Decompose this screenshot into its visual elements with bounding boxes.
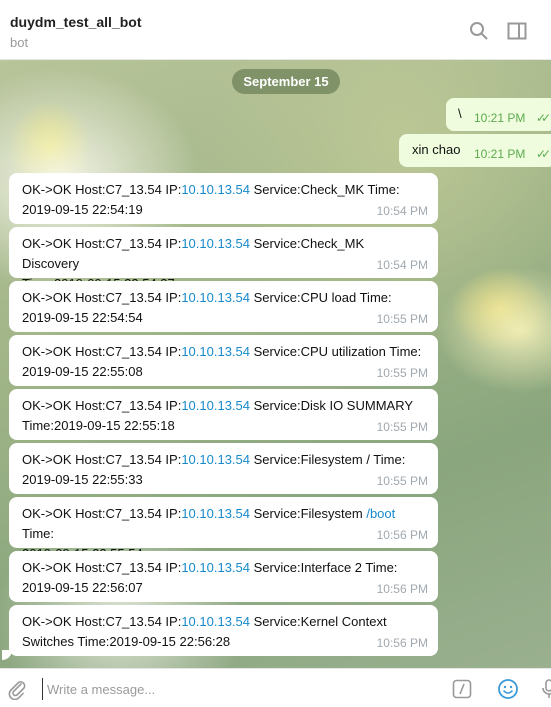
incoming-message[interactable]: OK->OK Host:C7_13.54 IP:10.10.13.54 Serv… bbox=[9, 497, 438, 561]
message-time: 10:55 PM bbox=[376, 420, 428, 434]
paperclip-icon[interactable] bbox=[6, 678, 28, 701]
chat-subtitle: bot bbox=[10, 35, 29, 50]
slash-commands-icon[interactable] bbox=[451, 678, 473, 700]
message-time: 10:54 PM bbox=[376, 204, 428, 218]
incoming-message[interactable]: OK->OK Host:C7_13.54 IP:10.10.13.54 Serv… bbox=[9, 173, 438, 224]
message-input[interactable] bbox=[42, 678, 422, 700]
ip-link[interactable]: 10.10.13.54 bbox=[181, 290, 250, 305]
message-text: OK->OK Host:C7_13.54 IP:10.10.13.54 Serv… bbox=[22, 398, 414, 433]
ip-link[interactable]: 10.10.13.54 bbox=[181, 344, 250, 359]
chat-title[interactable]: duydm_test_all_bot bbox=[10, 14, 141, 30]
message-list[interactable]: September 15 \ 10:21 PM ✓✓ xin chao 10:2… bbox=[0, 60, 551, 668]
ip-link[interactable]: 10.10.13.54 bbox=[181, 452, 250, 467]
bubble-tail bbox=[2, 650, 12, 660]
message-text: OK->OK Host:C7_13.54 IP:10.10.13.54 Serv… bbox=[22, 344, 422, 379]
sidebar-toggle-icon[interactable] bbox=[506, 20, 528, 42]
message-text: OK->OK Host:C7_13.54 IP:10.10.13.54 Serv… bbox=[22, 452, 406, 487]
ip-link[interactable]: 10.10.13.54 bbox=[181, 182, 250, 197]
search-icon[interactable] bbox=[468, 20, 490, 42]
message-time: 10:21 PM bbox=[474, 147, 526, 161]
date-separator: September 15 bbox=[232, 69, 340, 94]
outgoing-message[interactable]: \ 10:21 PM ✓✓ bbox=[446, 98, 551, 131]
message-composer bbox=[0, 668, 551, 707]
message-time: 10:55 PM bbox=[376, 366, 428, 380]
double-check-icon: ✓✓ bbox=[536, 111, 551, 125]
message-text: OK->OK Host:C7_13.54 IP:10.10.13.54 Serv… bbox=[22, 614, 387, 649]
incoming-message[interactable]: OK->OK Host:C7_13.54 IP:10.10.13.54 Serv… bbox=[9, 281, 438, 332]
ip-link[interactable]: 10.10.13.54 bbox=[181, 236, 250, 251]
message-time: 10:55 PM bbox=[376, 474, 428, 488]
message-text: OK->OK Host:C7_13.54 IP:10.10.13.54 Serv… bbox=[22, 290, 392, 325]
incoming-message[interactable]: OK->OK Host:C7_13.54 IP:10.10.13.54 Serv… bbox=[9, 551, 438, 602]
message-text: \ bbox=[458, 106, 462, 121]
ip-link[interactable]: 10.10.13.54 bbox=[181, 560, 250, 575]
incoming-message[interactable]: OK->OK Host:C7_13.54 IP:10.10.13.54 Serv… bbox=[9, 335, 438, 386]
incoming-message[interactable]: OK->OK Host:C7_13.54 IP:10.10.13.54 Serv… bbox=[9, 227, 438, 291]
double-check-icon: ✓✓ bbox=[536, 147, 551, 161]
message-time: 10:55 PM bbox=[376, 312, 428, 326]
ip-link[interactable]: 10.10.13.54 bbox=[181, 398, 250, 413]
emoji-icon[interactable] bbox=[497, 678, 519, 700]
boot-link[interactable]: /boot bbox=[366, 506, 395, 521]
message-text: OK->OK Host:C7_13.54 IP:10.10.13.54 Serv… bbox=[22, 560, 398, 595]
message-time: 10:56 PM bbox=[376, 528, 428, 542]
message-text: OK->OK Host:C7_13.54 IP:10.10.13.54 Serv… bbox=[22, 182, 400, 217]
incoming-message[interactable]: OK->OK Host:C7_13.54 IP:10.10.13.54 Serv… bbox=[9, 605, 438, 656]
incoming-message[interactable]: OK->OK Host:C7_13.54 IP:10.10.13.54 Serv… bbox=[9, 443, 438, 494]
message-time: 10:21 PM bbox=[474, 111, 526, 125]
outgoing-message[interactable]: xin chao 10:21 PM ✓✓ bbox=[399, 134, 551, 167]
ip-link[interactable]: 10.10.13.54 bbox=[181, 506, 250, 521]
microphone-icon[interactable] bbox=[538, 678, 551, 700]
message-text: xin chao bbox=[412, 142, 461, 157]
ip-link[interactable]: 10.10.13.54 bbox=[181, 614, 250, 629]
message-time: 10:54 PM bbox=[376, 258, 428, 272]
message-time: 10:56 PM bbox=[376, 582, 428, 596]
chat-header: duydm_test_all_bot bot bbox=[0, 0, 551, 60]
message-time: 10:56 PM bbox=[376, 636, 428, 650]
incoming-message[interactable]: OK->OK Host:C7_13.54 IP:10.10.13.54 Serv… bbox=[9, 389, 438, 440]
